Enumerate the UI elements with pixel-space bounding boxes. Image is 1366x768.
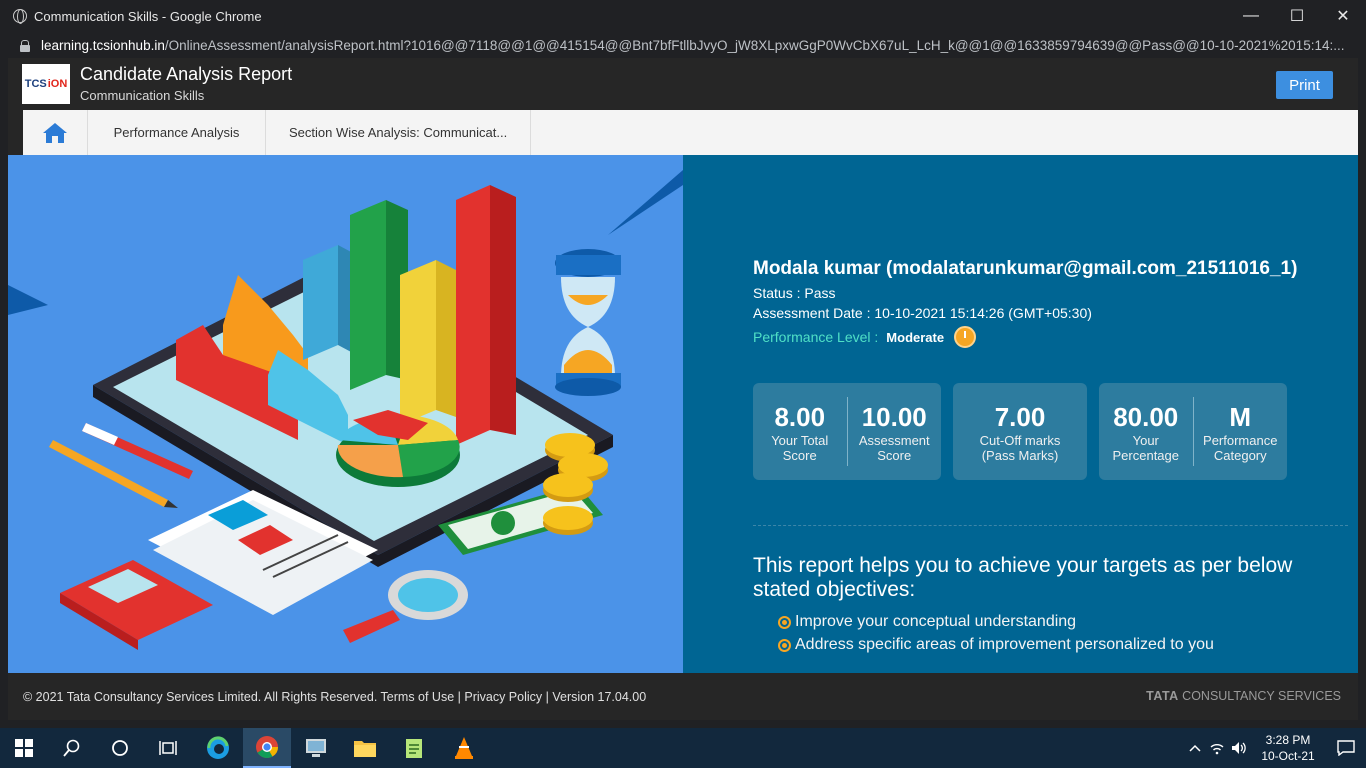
clock-time: 3:28 PM [1265,733,1311,747]
address-bar[interactable]: learning.tcsionhub.in/OnlineAssessment/a… [0,32,1366,58]
performance-level: Performance Level : Moderate [753,326,977,348]
minimize-button[interactable]: — [1228,0,1274,32]
main-content: Modala kumar (modalatarunkumar@gmail.com… [8,155,1358,673]
report-app: TCS iON Candidate Analysis Report Communi… [8,58,1358,720]
total-score-label-1: Your Total [771,432,829,448]
page-subtitle: Communication Skills [80,88,205,103]
percentage-value: 80.00 [1113,401,1179,432]
taskbar: 3:28 PM 10-Oct-21 [0,728,1366,768]
search-icon[interactable] [48,728,96,768]
edge-icon[interactable] [194,728,242,768]
footer-copyright[interactable]: © 2021 Tata Consultancy Services Limited… [23,690,646,704]
candidate-status: Status : Pass [753,285,836,301]
stat-total-score: 8.00 Your Total Score [753,383,847,480]
score-card-percentage: 80.00 Your Percentage M Performance Cate… [1099,383,1287,480]
stat-percentage: 80.00 Your Percentage [1099,383,1193,480]
browser-title-bar: Communication Skills - Google Chrome — ☐… [0,0,1366,32]
total-score-value: 8.00 [774,401,826,432]
category-value: M [1229,401,1252,432]
candidate-info-panel: Modala kumar (modalatarunkumar@gmail.com… [683,155,1358,673]
section-divider [753,525,1348,526]
objective-item: Address specific areas of improvement pe… [778,636,1214,654]
window-controls: — ☐ ✕ [1228,0,1366,32]
analytics-illustration [8,155,683,673]
gauge-icon [954,326,977,348]
performance-level-value: Moderate [886,329,945,345]
system-tray: 3:28 PM 10-Oct-21 [1184,728,1366,768]
volume-icon[interactable] [1228,741,1250,755]
cutoff-label-1: Cut-Off marks [979,432,1061,448]
score-card-total: 8.00 Your Total Score 10.00 Assessment S… [753,383,941,480]
tab-home[interactable] [23,110,88,155]
home-icon [43,122,67,143]
window-title: Communication Skills - Google Chrome [34,8,262,24]
percentage-label-2: Percentage [1112,447,1180,463]
stat-cutoff: 7.00 Cut-Off marks (Pass Marks) [953,383,1087,480]
globe-icon [13,9,27,24]
cutoff-label-2: (Pass Marks) [981,447,1059,463]
url-host: learning.tcsionhub.in [41,37,165,53]
chrome-icon[interactable] [243,728,291,768]
total-score-label-2: Score [782,447,817,463]
objective-item: Improve your conceptual understanding [778,613,1076,631]
brand-bold: TATA [1146,689,1179,703]
tab-section-wise-analysis[interactable]: Section Wise Analysis: Communicat... [266,110,532,155]
cortana-icon[interactable] [96,728,144,768]
objectives-title: This report helps you to achieve your ta… [753,554,1293,601]
cutoff-value: 7.00 [994,401,1046,432]
vlc-icon[interactable] [440,728,488,768]
system-monitor-icon[interactable] [292,728,340,768]
tcs-ion-logo: TCS iON [22,64,70,104]
lock-icon [20,39,30,52]
chevron-up-icon[interactable] [1184,744,1206,752]
score-card-cutoff: 7.00 Cut-Off marks (Pass Marks) [953,383,1087,480]
category-label-1: Performance [1203,432,1278,448]
assessment-date: Assessment Date : 10-10-2021 15:14:26 (G… [753,305,1092,321]
illustration-graphic [8,170,683,650]
assessment-score-label-2: Score [877,447,912,463]
performance-level-label: Performance Level : [753,329,879,345]
tab-bar: Performance Analysis Section Wise Analys… [23,110,1358,155]
objective-text: Address specific areas of improvement pe… [795,636,1214,653]
tcs-brand-logo: TATA CONSULTANCY SERVICES [1146,689,1341,703]
logo-tcs-text: TCS [24,78,47,90]
logo-ion-text: iON [47,78,68,90]
category-label-2: Category [1213,447,1267,463]
assessment-score-value: 10.00 [861,401,927,432]
brand-rest: CONSULTANCY SERVICES [1178,689,1341,703]
notifications-icon[interactable] [1326,740,1366,756]
windows-start-icon[interactable] [0,728,48,768]
window-bottom-edge [0,720,1366,728]
app-header: TCS iON Candidate Analysis Report Communi… [8,58,1358,110]
stat-assessment-score: 10.00 Assessment Score [848,383,942,480]
percentage-label-1: Your [1132,432,1159,448]
close-button[interactable]: ✕ [1320,0,1366,32]
taskbar-clock[interactable]: 3:28 PM 10-Oct-21 [1250,732,1326,764]
wifi-icon[interactable] [1206,741,1228,755]
clock-date: 10-Oct-21 [1261,749,1315,763]
file-explorer-icon[interactable] [341,728,389,768]
page-footer: © 2021 Tata Consultancy Services Limited… [8,673,1358,720]
objective-text: Improve your conceptual understanding [795,613,1077,630]
candidate-name: Modala kumar (modalatarunkumar@gmail.com… [753,258,1298,279]
notepad-plus-icon[interactable] [390,728,438,768]
url-path: /OnlineAssessment/analysisReport.html?10… [164,37,1345,53]
assessment-score-label-1: Assessment [858,432,930,448]
task-view-icon[interactable] [144,728,192,768]
maximize-button[interactable]: ☐ [1274,0,1320,32]
bullet-icon [778,615,791,629]
stat-category: M Performance Category [1194,383,1288,480]
page-title: Candidate Analysis Report [80,64,293,84]
bullet-icon [778,638,791,652]
tab-performance-analysis[interactable]: Performance Analysis [88,110,266,155]
print-button[interactable]: Print [1276,71,1333,99]
